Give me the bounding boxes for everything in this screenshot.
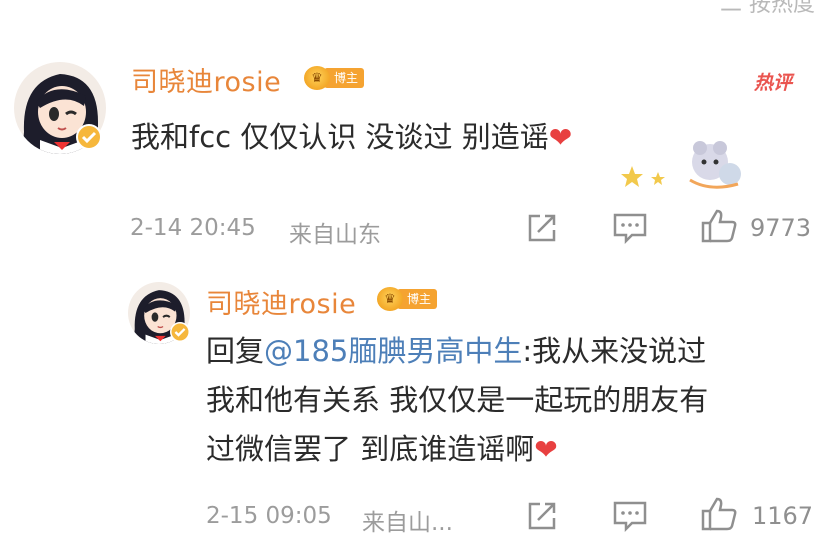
comment-text: 我和fcc 仅仅认识 没谈过 别造谣❤	[131, 113, 572, 162]
reply-line-1: 回复@185腼腆男高中生:我从来没说过	[206, 327, 708, 376]
reply-prefix: 回复	[206, 334, 265, 368]
thumbs-up-icon[interactable]	[700, 496, 738, 536]
share-icon[interactable]	[526, 500, 558, 536]
badge-label: 博主	[324, 68, 365, 88]
reply-author-name[interactable]: 司晓迪rosie	[206, 282, 356, 321]
crown-icon: ♛	[377, 287, 403, 311]
verified-badge-icon	[170, 322, 190, 346]
verified-badge-icon	[76, 124, 102, 154]
comment-icon[interactable]	[612, 212, 648, 248]
sticker-image	[620, 136, 750, 198]
comment-location: 来自山东	[289, 222, 381, 248]
sort-by-hot-link[interactable]: 二 按热度	[720, 0, 815, 18]
reply-line-2: 我和他有关系 我仅仅是一起玩的朋友有	[206, 383, 709, 417]
share-icon[interactable]	[526, 212, 558, 248]
heart-icon: ❤	[548, 121, 573, 154]
reply-line-3: 过微信罢了 到底谁造谣啊❤	[206, 425, 708, 474]
reply-author-badge: ♛ 博主	[377, 287, 438, 311]
comment-body: 我和fcc 仅仅认识 没谈过 别造谣	[131, 120, 549, 154]
hot-comment-tag: 热评	[754, 72, 793, 94]
like-count: 9773	[750, 214, 812, 242]
comment-icon[interactable]	[612, 500, 648, 536]
thumbs-up-icon[interactable]	[700, 208, 738, 248]
reply-timestamp: 2-15 09:05	[206, 503, 332, 529]
reply-line-1-rest: :我从来没说过	[522, 334, 707, 368]
crown-icon: ♛	[304, 66, 330, 90]
comment-author-name[interactable]: 司晓迪rosie	[131, 60, 281, 99]
reply-location: 来自山...	[362, 510, 453, 536]
reply-like-count: 1167	[752, 502, 814, 530]
badge-label: 博主	[397, 289, 438, 309]
mention-link[interactable]: @185腼腆男高中生	[264, 334, 522, 368]
comment-timestamp: 2-14 20:45	[130, 215, 256, 241]
author-badge: ♛ 博主	[304, 66, 365, 90]
reply-text: 回复@185腼腆男高中生:我从来没说过 我和他有关系 我仅仅是一起玩的朋友有 过…	[206, 327, 708, 474]
heart-icon: ❤	[534, 433, 558, 466]
reply-line-3-text: 过微信罢了 到底谁造谣啊	[206, 432, 535, 466]
